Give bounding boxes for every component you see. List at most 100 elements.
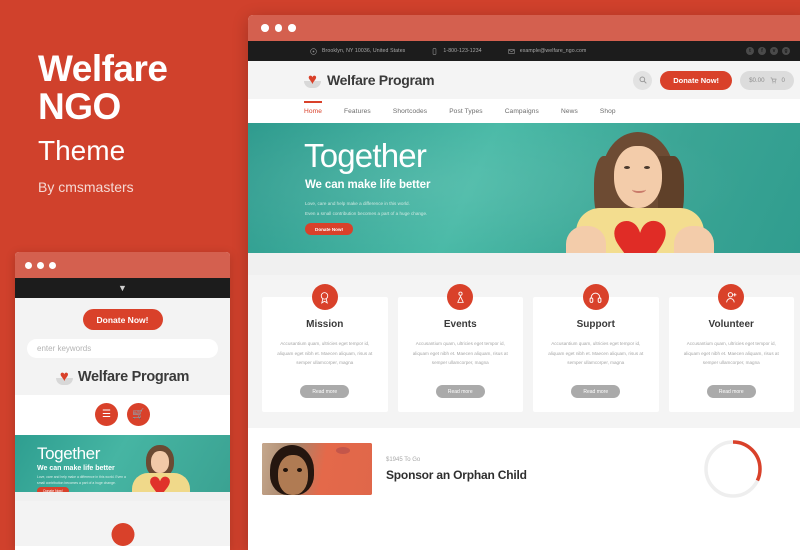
vimeo-icon[interactable]: v: [770, 47, 778, 55]
window-dot-minimize[interactable]: [37, 261, 44, 269]
nav-item-features[interactable]: Features: [344, 101, 371, 122]
mobile-services-preview: [15, 501, 230, 546]
service-title: Events: [443, 319, 477, 330]
info-phone: 1-800-123-1234: [431, 47, 482, 55]
info-address-text: Brooklyn, NY 10036, United States: [322, 48, 406, 54]
donate-button[interactable]: Donate Now!: [660, 70, 733, 90]
promo-title-line2: NGO: [38, 85, 121, 127]
nav-item-news[interactable]: News: [561, 101, 578, 122]
mobile-header-area: Donate Now! enter keywords ♥ Welfare Pro…: [15, 298, 230, 395]
campaign-goal: $1945 To Go: [386, 456, 421, 463]
read-more-button[interactable]: Read more: [706, 385, 756, 399]
promo-author: By cmsmasters: [38, 179, 134, 195]
cart-count: 0: [781, 76, 785, 84]
campaign-title[interactable]: Sponsor an Orphan Child: [386, 468, 688, 482]
service-text: Accusantium quam, ultricies eget tempor …: [683, 341, 779, 366]
speaker-podium-icon: [447, 284, 474, 310]
mobile-donate-button[interactable]: Donate Now!: [82, 309, 163, 330]
info-address: Brooklyn, NY 10036, United States: [310, 47, 406, 55]
campaign-text: $1945 To Go Sponsor an Orphan Child: [386, 457, 688, 482]
mobile-logo-text: Welfare Program: [77, 369, 190, 385]
info-email-text: example@welfare_ngo.com: [519, 48, 587, 54]
window-dot-minimize[interactable]: [274, 24, 282, 32]
nav-item-shop[interactable]: Shop: [600, 101, 616, 122]
mobile-logo[interactable]: ♥ Welfare Program: [27, 369, 218, 385]
service-icon-circle: [111, 523, 134, 546]
services-section: Mission Accusantium quam, ultricies eget…: [248, 275, 800, 429]
mobile-hero-subtitle: We can make life better: [37, 465, 115, 472]
mobile-search-placeholder: enter keywords: [37, 344, 92, 353]
promo-panel: Welfare NGO Theme By cmsmasters ▼ Donate…: [0, 0, 248, 550]
service-title: Mission: [306, 319, 344, 330]
promo-title: Welfare NGO: [38, 50, 168, 125]
service-card-events: Events Accusantium quam, ultricies eget …: [397, 284, 523, 413]
location-pin-icon: [310, 47, 317, 55]
facebook-icon[interactable]: f: [758, 47, 766, 55]
promo-title-line1: Welfare: [38, 48, 168, 89]
cart-amount: $0.00: [749, 76, 765, 84]
heart-in-hands-icon: ♥: [304, 72, 321, 88]
service-text: Accusantium quam, ultricies eget tempor …: [412, 341, 508, 366]
phone-icon: [433, 47, 437, 55]
campaign-image: [262, 443, 372, 496]
nav-item-post-types[interactable]: Post Types: [449, 101, 483, 122]
hero-subtitle: We can make life better: [305, 179, 431, 191]
mobile-hero-paragraph: Love, care and help make a difference in…: [37, 475, 126, 485]
mobile-hero: Together We can make life better Love, c…: [15, 435, 230, 501]
campaign-section: $1945 To Go Sponsor an Orphan Child: [248, 428, 800, 511]
site-logo-text: Welfare Program: [327, 72, 435, 88]
mobile-hero-title: Together: [37, 444, 100, 463]
service-text: Accusantium quam, ultricies eget tempor …: [277, 341, 373, 366]
nav-item-shortcodes[interactable]: Shortcodes: [393, 101, 427, 122]
cart-icon: [770, 77, 777, 83]
mobile-topbar[interactable]: ▼: [15, 278, 230, 298]
hamburger-icon[interactable]: ☰: [95, 403, 118, 426]
browser-window-chrome: [248, 15, 800, 41]
nav-item-campaigns[interactable]: Campaigns: [505, 101, 539, 122]
ribbon-award-icon: [311, 284, 338, 310]
add-person-icon: [718, 284, 745, 310]
mobile-window-chrome: [15, 252, 230, 278]
service-card-support: Support Accusantium quam, ultricies eget…: [533, 284, 659, 413]
site-header: ♥ Welfare Program Donate Now! $0.00 0: [248, 61, 800, 99]
search-icon[interactable]: [633, 70, 653, 90]
header-actions: Donate Now! $0.00 0: [633, 70, 794, 90]
info-phone-text: 1-800-123-1234: [443, 48, 482, 54]
heart-in-hands-icon: ♥: [55, 369, 73, 385]
cart-button[interactable]: $0.00 0: [740, 70, 794, 90]
googleplus-icon[interactable]: g: [782, 47, 790, 55]
mobile-search-input[interactable]: enter keywords: [27, 339, 218, 358]
service-card-mission: Mission Accusantium quam, ultricies eget…: [262, 284, 388, 413]
chevron-down-icon[interactable]: ▼: [118, 283, 127, 293]
envelope-icon: [507, 48, 515, 54]
campaign-progress-ring: [702, 438, 764, 500]
info-email: example@welfare_ngo.com: [507, 48, 587, 55]
site-logo[interactable]: ♥ Welfare Program: [304, 72, 435, 88]
service-card-volunteer: Volunteer Accusantium quam, ultricies eg…: [668, 284, 794, 413]
read-more-button[interactable]: Read more: [300, 385, 350, 399]
hero-paragraph-line1: Love, care and help make a difference in…: [305, 201, 410, 206]
window-dot-close[interactable]: [25, 261, 32, 269]
hero-paragraph-line2: Even a small contribution becomes a part…: [305, 210, 428, 216]
cart-icon[interactable]: 🛒: [127, 403, 150, 426]
window-dot-close[interactable]: [261, 24, 269, 32]
service-title: Support: [576, 319, 615, 330]
service-title: Volunteer: [708, 319, 754, 330]
hero-paragraph: Love, care and help make a difference in…: [305, 199, 465, 218]
headphones-icon: [582, 284, 609, 310]
window-dot-maximize[interactable]: [49, 261, 56, 269]
desktop-browser-mockup: Brooklyn, NY 10036, United States 1-800-…: [248, 15, 800, 550]
promo-subtitle: Theme: [38, 135, 126, 166]
social-links: t f v g: [746, 47, 790, 55]
nav-item-home[interactable]: Home: [304, 100, 322, 122]
service-text: Accusantium quam, ultricies eget tempor …: [548, 341, 644, 366]
read-more-button[interactable]: Read more: [435, 385, 485, 399]
twitter-icon[interactable]: t: [746, 47, 754, 55]
site-info-bar: Brooklyn, NY 10036, United States 1-800-…: [248, 41, 800, 61]
window-dot-maximize[interactable]: [288, 24, 296, 32]
mobile-action-buttons: ☰ 🛒: [15, 395, 230, 435]
hero-donate-button[interactable]: Donate Now!: [305, 223, 354, 235]
read-more-button[interactable]: Read more: [571, 385, 621, 399]
mobile-mockup: ▼ Donate Now! enter keywords ♥ Welfare P…: [15, 252, 230, 550]
main-navigation: Home Features Shortcodes Post Types Camp…: [248, 99, 800, 123]
